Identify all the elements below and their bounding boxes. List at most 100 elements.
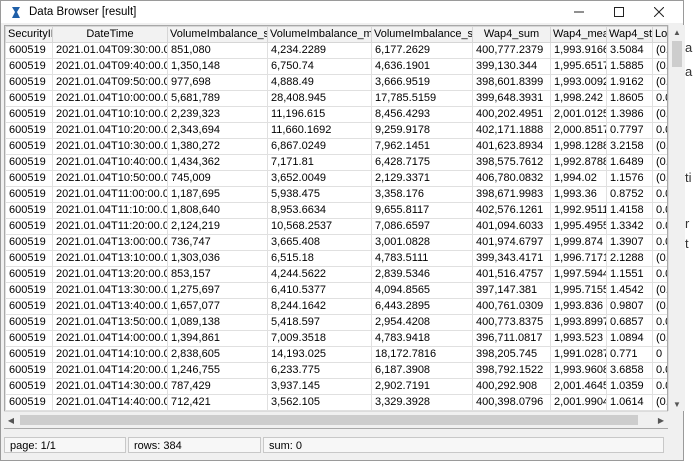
table-cell[interactable]: 11,660.1692 [267, 122, 372, 139]
table-row[interactable]: 6005192021.01.04T11:10:00.0001,808,6408,… [5, 202, 667, 219]
table-cell[interactable]: 4,244.5622 [267, 266, 372, 283]
table-cell[interactable]: 0 [652, 346, 667, 363]
table-cell[interactable]: 1,993.836 [550, 298, 607, 315]
table-row[interactable]: 6005192021.01.04T13:10:00.0001,303,0366,… [5, 250, 667, 267]
table-cell[interactable]: 2021.01.04T09:30:00.000 [52, 42, 168, 59]
table-cell[interactable]: 0.004 [652, 90, 667, 107]
table-cell[interactable]: 1,993.9166 [550, 42, 607, 59]
table-cell[interactable]: 406,780.0832 [472, 170, 551, 187]
table-cell[interactable]: 1.5885 [606, 58, 653, 75]
table-row[interactable]: 6005192021.01.04T13:40:00.0001,657,0778,… [5, 298, 667, 315]
table-cell[interactable]: 3.6858 [606, 362, 653, 379]
table-row[interactable]: 6005192021.01.04T10:20:00.0002,343,69411… [5, 122, 667, 139]
table-cell[interactable]: 1,999.874 [550, 234, 607, 251]
table-cell[interactable]: 2021.01.04T10:40:00.000 [52, 154, 168, 171]
table-cell[interactable]: 1.0359 [606, 378, 653, 395]
table-cell[interactable]: 2,343,694 [167, 122, 268, 139]
table-cell[interactable]: 600519 [5, 42, 53, 59]
column-header[interactable]: VolumeImbalance_mean [267, 26, 372, 43]
table-cell[interactable]: 1,246,755 [167, 362, 268, 379]
table-row[interactable]: 6005192021.01.04T13:00:00.000736,7473,66… [5, 234, 667, 251]
table-cell[interactable]: 1,995.6517 [550, 58, 607, 75]
column-header[interactable]: Wap4_std [606, 26, 653, 43]
column-header[interactable]: LogReturn( [652, 26, 667, 43]
table-cell[interactable]: 400,761.0309 [472, 298, 551, 315]
table-cell[interactable]: 600519 [5, 250, 53, 267]
table-cell[interactable]: 401,094.6033 [472, 218, 551, 235]
table-cell[interactable]: 0.771 [606, 346, 653, 363]
table-cell[interactable]: 3,329.3928 [371, 394, 473, 411]
table-cell[interactable]: 853,157 [167, 266, 268, 283]
column-header[interactable]: SecurityID [5, 26, 53, 43]
table-cell[interactable]: 2021.01.04T13:10:00.000 [52, 250, 168, 267]
table-cell[interactable]: 2021.01.04T13:00:00.000 [52, 234, 168, 251]
table-cell[interactable]: 4,783.5111 [371, 250, 473, 267]
table-cell[interactable]: 5,938.475 [267, 186, 372, 203]
table-cell[interactable]: 600519 [5, 186, 53, 203]
table-cell[interactable]: 2,124,219 [167, 218, 268, 235]
table-cell[interactable]: 400,398.0796 [472, 394, 551, 411]
table-cell[interactable]: 6,443.2895 [371, 298, 473, 315]
table-cell[interactable]: 2021.01.04T11:20:00.000 [52, 218, 168, 235]
table-row[interactable]: 6005192021.01.04T09:50:00.000977,6984,88… [5, 74, 667, 91]
table-cell[interactable]: 1.0894 [606, 330, 653, 347]
table-cell[interactable]: 2,902.7191 [371, 378, 473, 395]
table-row[interactable]: 6005192021.01.04T10:30:00.0001,380,2726,… [5, 138, 667, 155]
table-cell[interactable]: 2,001.4645 [550, 378, 607, 395]
table-cell[interactable]: 1,275,697 [167, 282, 268, 299]
table-cell[interactable]: 1.3342 [606, 218, 653, 235]
table-cell[interactable]: 1.1576 [606, 170, 653, 187]
table-cell[interactable]: 396,711.0817 [472, 330, 551, 347]
table-cell[interactable]: 1.3986 [606, 106, 653, 123]
table-cell[interactable]: 2021.01.04T14:40:00.000 [52, 394, 168, 411]
table-cell[interactable]: 9,655.8117 [371, 202, 473, 219]
table-cell[interactable]: 600519 [5, 138, 53, 155]
table-cell[interactable]: 1,993.8997 [550, 314, 607, 331]
column-header[interactable]: VolumeImbalance_std [371, 26, 473, 43]
table-cell[interactable]: 1,089,138 [167, 314, 268, 331]
table-cell[interactable]: 600519 [5, 266, 53, 283]
table-cell[interactable]: 0.0015 [652, 218, 667, 235]
table-cell[interactable]: 3,001.0828 [371, 234, 473, 251]
table-cell[interactable]: 3,358.176 [371, 186, 473, 203]
table-cell[interactable]: 2021.01.04T14:10:00.000 [52, 346, 168, 363]
table-cell[interactable]: 0.0009 [652, 266, 667, 283]
table-cell[interactable]: 399,343.4171 [472, 250, 551, 267]
table-cell[interactable]: 2021.01.04T10:50:00.000 [52, 170, 168, 187]
table-cell[interactable]: 600519 [5, 298, 53, 315]
maximize-button[interactable] [599, 1, 639, 23]
table-cell[interactable]: (0.0008) [652, 298, 667, 315]
table-cell[interactable]: 2021.01.04T13:40:00.000 [52, 298, 168, 315]
table-cell[interactable]: 18,172.7816 [371, 346, 473, 363]
table-cell[interactable]: 402,576.1261 [472, 202, 551, 219]
table-cell[interactable]: 600519 [5, 58, 53, 75]
table-cell[interactable]: 402,171.1888 [472, 122, 551, 139]
table-cell[interactable]: (0.0007) [652, 250, 667, 267]
table-cell[interactable]: 977,698 [167, 74, 268, 91]
table-cell[interactable]: 600519 [5, 362, 53, 379]
table-cell[interactable]: 3,665.408 [267, 234, 372, 251]
table-cell[interactable]: (0.0022) [652, 394, 667, 411]
table-cell[interactable]: 1.3907 [606, 234, 653, 251]
table-cell[interactable]: 398,601.8399 [472, 74, 551, 91]
table-cell[interactable]: 0.0004 [652, 202, 667, 219]
table-cell[interactable]: 2,954.4208 [371, 314, 473, 331]
table-cell[interactable]: 5,418.597 [267, 314, 372, 331]
table-cell[interactable]: 400,292.908 [472, 378, 551, 395]
table-cell[interactable]: 1,993.0092 [550, 74, 607, 91]
table-cell[interactable]: 1,380,272 [167, 138, 268, 155]
table-cell[interactable]: 3,666.9519 [371, 74, 473, 91]
table-cell[interactable]: 0.004 [652, 362, 667, 379]
table-cell[interactable]: 1,993.523 [550, 330, 607, 347]
table-cell[interactable]: 3.5084 [606, 42, 653, 59]
table-cell[interactable]: 600519 [5, 154, 53, 171]
table-row[interactable]: 6005192021.01.04T14:40:00.000712,4213,56… [5, 394, 667, 411]
table-cell[interactable]: 398,205.745 [472, 346, 551, 363]
vertical-scrollbar[interactable]: ▲ ▼ [668, 25, 685, 411]
table-cell[interactable]: 787,429 [167, 378, 268, 395]
table-cell[interactable]: 11,196.615 [267, 106, 372, 123]
table-cell[interactable]: 600519 [5, 106, 53, 123]
table-cell[interactable]: 7,171.81 [267, 154, 372, 171]
table-cell[interactable]: 2,839.5346 [371, 266, 473, 283]
table-cell[interactable]: (0.0014) [652, 154, 667, 171]
